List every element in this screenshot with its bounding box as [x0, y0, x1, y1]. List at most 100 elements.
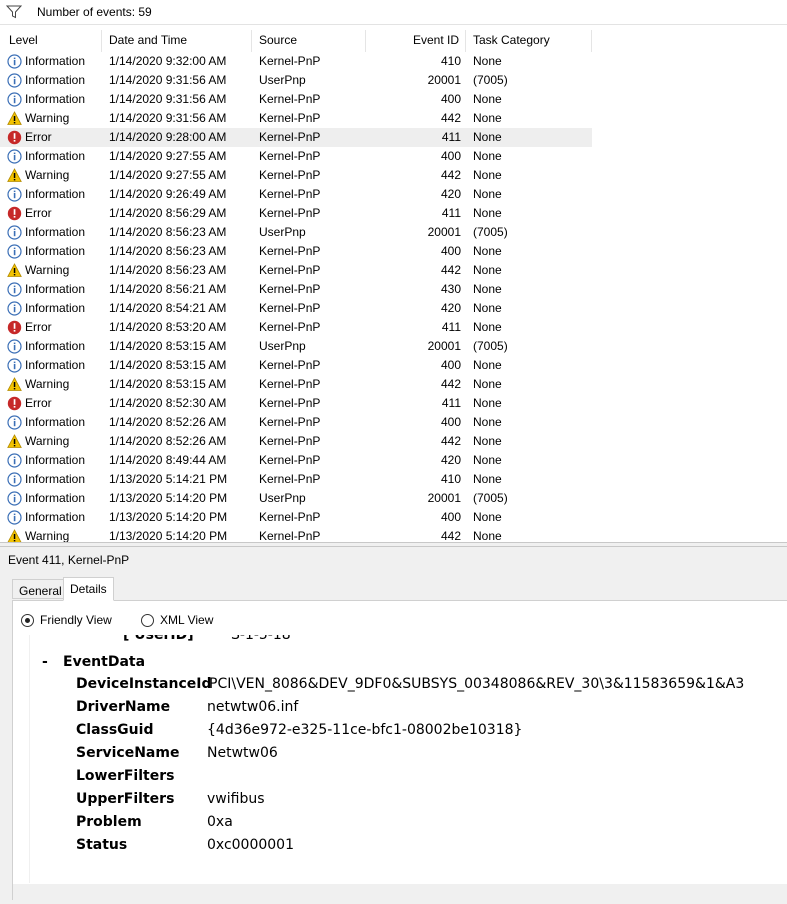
table-row[interactable]: Error 1/14/2020 8:52:30 AM Kernel-PnP 411 No… [0, 394, 787, 413]
cell-date: 1/14/2020 8:53:15 AM [109, 358, 227, 372]
cell-event-id: 442 [440, 168, 461, 182]
table-row[interactable]: Information 1/14/2020 9:27:55 AM Kernel-Pn… [0, 147, 787, 166]
cell-event-id: 20001 [427, 225, 461, 239]
table-row[interactable]: Information 1/14/2020 9:31:56 AM UserPnp 20… [0, 71, 787, 90]
cell-date: 1/14/2020 8:54:21 AM [109, 301, 227, 315]
info-icon [7, 510, 22, 525]
table-row[interactable]: Information 1/14/2020 9:31:56 AM Kernel-Pn… [0, 90, 787, 109]
cell-task-category: None [473, 510, 502, 524]
cell-source: Kernel-PnP [259, 206, 321, 220]
cell-date: 1/14/2020 8:53:20 AM [109, 320, 227, 334]
cell-event-id: 411 [441, 130, 461, 144]
table-row[interactable]: Warning 1/13/2020 5:14:20 PM Kernel-PnP 442… [0, 527, 787, 542]
table-row[interactable]: Information 1/14/2020 8:56:23 AM Kernel-Pn… [0, 242, 787, 261]
cell-date: 1/14/2020 8:53:15 AM [109, 377, 227, 391]
cell-date: 1/14/2020 9:27:55 AM [109, 149, 227, 163]
cell-date: 1/14/2020 8:52:26 AM [109, 434, 227, 448]
table-row[interactable]: Information 1/14/2020 8:54:21 AM Kernel-Pn… [0, 299, 787, 318]
cell-event-id: 442 [440, 263, 461, 277]
cell-source: UserPnp [259, 73, 306, 87]
tab-details[interactable]: Details [63, 577, 114, 601]
column-header-level[interactable]: Level [0, 30, 102, 52]
list-header: Level Date and Time Source Event ID Task… [0, 30, 787, 52]
cell-event-id: 442 [440, 529, 461, 542]
table-row[interactable]: Warning 1/14/2020 9:31:56 AM Kernel-PnP 442… [0, 109, 787, 128]
friendly-view-label[interactable]: Friendly View [40, 613, 112, 627]
table-row[interactable]: Information 1/13/2020 5:14:21 PM Kernel-Pn… [0, 470, 787, 489]
cell-task-category: None [473, 187, 502, 201]
event-list[interactable]: Level Date and Time Source Event ID Task… [0, 25, 787, 542]
cell-source: UserPnp [259, 225, 306, 239]
column-header-event-id[interactable]: Event ID [366, 30, 466, 52]
cell-source: Kernel-PnP [259, 529, 321, 542]
cell-date: 1/13/2020 5:14:21 PM [109, 472, 228, 486]
info-icon [7, 301, 22, 316]
cell-level: Warning [25, 377, 70, 391]
table-row[interactable]: Information 1/14/2020 8:56:23 AM UserPnp 20… [0, 223, 787, 242]
cell-level: Information [25, 187, 86, 201]
cell-level: Information [25, 282, 86, 296]
cell-task-category: (7005) [473, 491, 508, 505]
collapse-toggle[interactable]: - [42, 654, 63, 670]
cell-date: 1/14/2020 9:31:56 AM [109, 73, 227, 87]
cell-task-category: (7005) [473, 339, 508, 353]
cell-date: 1/14/2020 8:56:21 AM [109, 282, 227, 296]
cell-task-category: None [473, 282, 502, 296]
event-data-view[interactable]: [ UserID] S-1-5-18 - EventData DeviceInst… [29, 635, 787, 883]
details-pane: Event 411, Kernel-PnP General Details Fr… [0, 547, 787, 904]
details-title: Event 411, Kernel-PnP [8, 553, 130, 567]
cell-task-category: None [473, 396, 502, 410]
horizontal-scroll-area[interactable] [13, 884, 787, 901]
friendly-view-radio[interactable] [21, 614, 34, 627]
userid-line: [ UserID] S-1-5-18 [123, 635, 291, 643]
error-icon [7, 320, 22, 335]
userid-value: S-1-5-18 [231, 635, 291, 643]
info-icon [7, 453, 22, 468]
cell-source: Kernel-PnP [259, 434, 321, 448]
cell-source: Kernel-PnP [259, 396, 321, 410]
cell-date: 1/14/2020 8:53:15 AM [109, 339, 227, 353]
table-row[interactable]: Warning 1/14/2020 8:53:15 AM Kernel-PnP 442… [0, 375, 787, 394]
cell-event-id: 411 [441, 396, 461, 410]
column-header-task-category[interactable]: Task Category [466, 30, 592, 52]
table-row[interactable]: Information 1/14/2020 8:56:21 AM Kernel-Pn… [0, 280, 787, 299]
column-header-source[interactable]: Source [252, 30, 366, 52]
cell-task-category: None [473, 320, 502, 334]
cell-event-id: 400 [440, 149, 461, 163]
table-row[interactable]: Information 1/14/2020 8:53:15 AM UserPnp 20… [0, 337, 787, 356]
cell-level: Information [25, 339, 86, 353]
cell-level: Error [25, 130, 52, 144]
cell-source: Kernel-PnP [259, 415, 321, 429]
tab-general[interactable]: General [12, 579, 68, 599]
field-value: Netwtw06 [207, 745, 278, 761]
table-row[interactable]: Information 1/13/2020 5:14:20 PM Kernel-Pn… [0, 508, 787, 527]
cell-date: 1/14/2020 9:27:55 AM [109, 168, 227, 182]
table-row[interactable]: Information 1/14/2020 9:32:00 AM Kernel-Pn… [0, 52, 787, 71]
table-row[interactable]: Error 1/14/2020 9:28:00 AM Kernel-PnP 411 No… [0, 128, 787, 147]
field-value: {4d36e972-e325-11ce-bfc1-08002be10318} [207, 722, 523, 738]
xml-view-radio[interactable] [141, 614, 154, 627]
table-row[interactable]: Information 1/13/2020 5:14:20 PM UserPnp 20… [0, 489, 787, 508]
cell-date: 1/14/2020 9:31:56 AM [109, 92, 227, 106]
filter-icon[interactable] [6, 5, 22, 19]
table-row[interactable]: Information 1/14/2020 8:52:26 AM Kernel-Pn… [0, 413, 787, 432]
xml-view-label[interactable]: XML View [160, 613, 213, 627]
cell-level: Information [25, 54, 86, 68]
table-row[interactable]: Error 1/14/2020 8:53:20 AM Kernel-PnP 411 No… [0, 318, 787, 337]
table-row[interactable]: Warning 1/14/2020 8:56:23 AM Kernel-PnP 442… [0, 261, 787, 280]
cell-task-category: None [473, 130, 502, 144]
table-row[interactable]: Information 1/14/2020 8:49:44 AM Kernel-Pn… [0, 451, 787, 470]
info-icon [7, 54, 22, 69]
cell-task-category: None [473, 54, 502, 68]
cell-task-category: None [473, 92, 502, 106]
table-row[interactable]: Information 1/14/2020 9:26:49 AM Kernel-Pn… [0, 185, 787, 204]
table-row[interactable]: Warning 1/14/2020 8:52:26 AM Kernel-PnP 442… [0, 432, 787, 451]
column-header-date[interactable]: Date and Time [102, 30, 252, 52]
cell-task-category: None [473, 434, 502, 448]
table-row[interactable]: Information 1/14/2020 8:53:15 AM Kernel-Pn… [0, 356, 787, 375]
cell-source: Kernel-PnP [259, 130, 321, 144]
table-row[interactable]: Error 1/14/2020 8:56:29 AM Kernel-PnP 411 No… [0, 204, 787, 223]
table-row[interactable]: Warning 1/14/2020 9:27:55 AM Kernel-PnP 442… [0, 166, 787, 185]
cell-event-id: 430 [440, 282, 461, 296]
cell-task-category: None [473, 301, 502, 315]
